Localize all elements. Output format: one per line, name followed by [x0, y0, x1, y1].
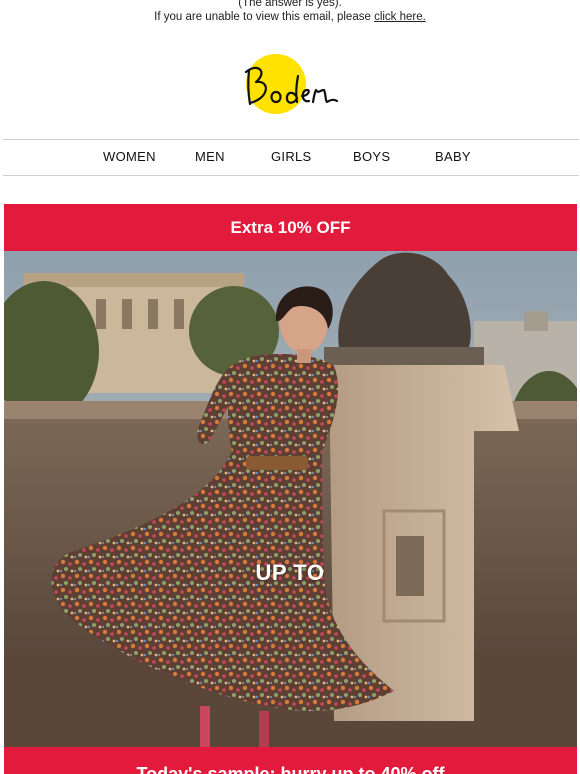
logo-graphic — [244, 54, 339, 114]
view-in-browser-text: If you are unable to view this email, pl… — [154, 11, 375, 23]
click-here-link[interactable]: click here. — [374, 11, 426, 23]
boden-logo[interactable] — [236, 48, 346, 120]
hero-image[interactable] — [4, 251, 577, 747]
category-nav: WOMEN MEN GIRLS BOYS BABY — [3, 139, 579, 176]
nav-boys[interactable]: BOYS — [353, 149, 390, 164]
preheader-line: (The answer is yes). — [238, 0, 342, 9]
bottom-banner[interactable]: Today's sample: hurry up to 40% off — [4, 747, 577, 774]
nav-men[interactable]: MEN — [195, 149, 225, 164]
view-in-browser-line: If you are unable to view this email, pl… — [0, 10, 580, 24]
email-page: (The answer is yes). If you are unable t… — [0, 0, 580, 774]
nav-girls[interactable]: GIRLS — [271, 149, 312, 164]
bottom-banner-text: Today's sample: hurry up to 40% off — [136, 764, 445, 774]
promo-banner[interactable]: Extra 10% OFF — [4, 204, 577, 251]
nav-baby[interactable]: BABY — [435, 149, 471, 164]
preheader: (The answer is yes). If you are unable t… — [0, 0, 580, 24]
nav-women[interactable]: WOMEN — [103, 149, 156, 164]
hero-photo — [4, 251, 577, 747]
